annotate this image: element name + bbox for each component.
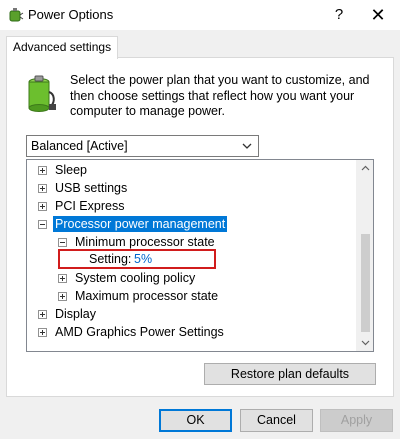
scroll-up-icon[interactable]: [357, 160, 374, 177]
tab-bar: Advanced settings: [0, 30, 400, 59]
apply-button[interactable]: Apply: [320, 409, 393, 432]
tree-item-label: Processor power management: [53, 216, 228, 232]
close-button[interactable]: ✕: [356, 0, 400, 30]
power-plan-dropdown[interactable]: Balanced [Active]: [26, 135, 259, 157]
expand-icon[interactable]: [58, 274, 67, 283]
expand-icon[interactable]: [38, 310, 47, 319]
dialog-footer: OK Cancel Apply: [0, 397, 400, 439]
power-plan-value: Balanced [Active]: [31, 139, 128, 153]
power-options-icon: [9, 8, 24, 22]
tree-item-usb-settings[interactable]: USB settings: [27, 179, 357, 197]
expand-icon[interactable]: [38, 184, 47, 193]
tree-item-sleep[interactable]: Sleep: [27, 161, 357, 179]
expand-icon[interactable]: [38, 202, 47, 211]
setting-value[interactable]: 5%: [134, 252, 152, 266]
tree-item-label: System cooling policy: [75, 271, 196, 285]
tree-item-label: PCI Express: [55, 199, 125, 213]
tree-item-label: AMD Graphics Power Settings: [55, 325, 224, 339]
tree-item-label: Display: [55, 307, 96, 321]
scroll-down-icon[interactable]: [357, 334, 374, 351]
tree-item-label: USB settings: [55, 181, 128, 195]
settings-panel: Select the power plan that you want to c…: [6, 57, 394, 397]
collapse-icon[interactable]: [58, 238, 67, 247]
battery-plug-icon: [28, 75, 56, 112]
tree-item-display[interactable]: Display: [27, 305, 357, 323]
expand-icon[interactable]: [38, 166, 47, 175]
tree-item-pci-express[interactable]: PCI Express: [27, 197, 357, 215]
expand-icon[interactable]: [38, 328, 47, 337]
collapse-icon[interactable]: [38, 220, 47, 229]
scroll-thumb[interactable]: [361, 234, 370, 332]
tree-item-label: Sleep: [55, 163, 87, 177]
tree-item-system-cooling-policy[interactable]: System cooling policy: [27, 269, 357, 287]
tree-item-label: Maximum processor state: [75, 289, 219, 303]
help-button[interactable]: ?: [322, 0, 356, 30]
tree-item-maximum-processor-state[interactable]: Maximum processor state: [27, 287, 357, 305]
settings-tree[interactable]: Sleep USB settings PCI Express Processor…: [26, 159, 374, 352]
ok-button[interactable]: OK: [159, 409, 232, 432]
setting-row[interactable]: Setting: 5%: [58, 249, 216, 269]
setting-label: Setting:: [89, 252, 132, 266]
tree-item-processor-power-management[interactable]: Processor power management: [27, 215, 357, 233]
title-bar: Power Options ? ✕: [0, 0, 400, 30]
expand-icon[interactable]: [58, 292, 67, 301]
window-title: Power Options: [28, 7, 114, 22]
intro-text: Select the power plan that you want to c…: [70, 73, 370, 118]
tree-scrollbar[interactable]: [356, 160, 373, 351]
cancel-button[interactable]: Cancel: [240, 409, 313, 432]
tree-item-amd-graphics-power-settings[interactable]: AMD Graphics Power Settings: [27, 323, 357, 341]
chevron-down-icon: [242, 143, 252, 149]
tree-item-label: Minimum processor state: [75, 235, 215, 249]
tab-advanced-settings[interactable]: Advanced settings: [6, 36, 119, 59]
restore-plan-defaults-button[interactable]: Restore plan defaults: [204, 363, 376, 385]
